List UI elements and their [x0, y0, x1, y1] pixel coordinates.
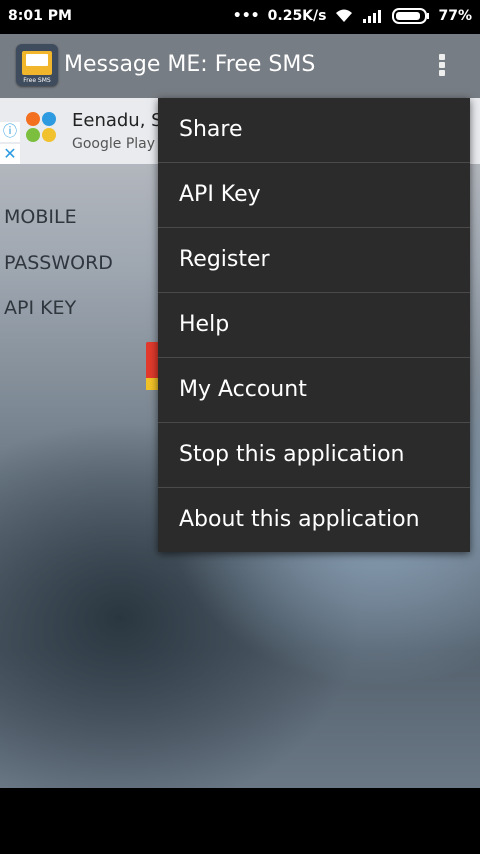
network-speed: 0.25K/s — [267, 8, 327, 24]
more-notifications-icon: ••• — [232, 8, 260, 24]
menu-item-register[interactable]: Register — [158, 228, 470, 293]
envelope-icon — [22, 51, 52, 75]
status-bar: 8:01 PM ••• 0.25K/s 77% — [0, 0, 480, 34]
menu-item-help[interactable]: Help — [158, 293, 470, 358]
menu-item-my-account[interactable]: My Account — [158, 358, 470, 423]
app-bar: Free SMS Message ME: Free SMS — [0, 34, 480, 98]
app-title: Message ME: Free SMS — [64, 52, 316, 77]
ad-info-icon[interactable]: ⓘ — [0, 122, 20, 142]
wifi-icon — [336, 9, 353, 22]
navigation-bar — [0, 788, 480, 854]
ad-close-icon[interactable]: ✕ — [0, 144, 20, 164]
api-key-label: API KEY — [4, 297, 77, 319]
battery-percent: 77% — [438, 8, 472, 24]
overflow-menu-icon[interactable] — [438, 52, 446, 80]
battery-icon — [392, 8, 430, 24]
ad-title: Eenadu, S — [72, 110, 163, 131]
ad-subtitle: Google Play — [72, 136, 156, 152]
app-icon: Free SMS — [16, 44, 58, 86]
status-time: 8:01 PM — [8, 8, 72, 24]
menu-item-about-application[interactable]: About this application — [158, 488, 470, 552]
mobile-label: MOBILE — [4, 206, 77, 228]
ad-app-logo-icon — [26, 112, 56, 142]
app-icon-label: Free SMS — [23, 77, 51, 84]
menu-item-share[interactable]: Share — [158, 98, 470, 163]
menu-item-api-key[interactable]: API Key — [158, 163, 470, 228]
menu-item-stop-application[interactable]: Stop this application — [158, 423, 470, 488]
password-label: PASSWORD — [4, 252, 113, 274]
overflow-menu: Share API Key Register Help My Account S… — [158, 98, 470, 552]
signal-icon — [363, 10, 382, 23]
